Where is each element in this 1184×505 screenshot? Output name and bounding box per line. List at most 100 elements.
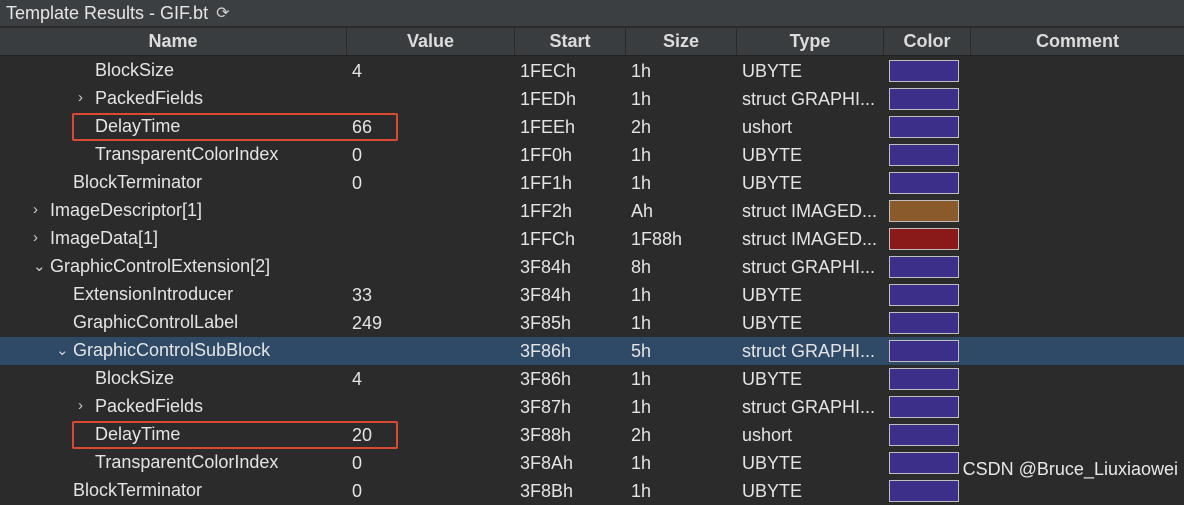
cell-size: 1h [631, 172, 652, 193]
color-swatch[interactable] [889, 368, 959, 390]
table-row[interactable]: GraphicControlLabel 249 3F85h 1h UBYTE [0, 309, 1184, 337]
color-swatch[interactable] [889, 200, 959, 222]
cell-type: UBYTE [742, 368, 803, 389]
cell-comment [971, 253, 1184, 281]
cell-type: UBYTE [742, 60, 803, 81]
cell-start: 1FEEh [520, 116, 576, 137]
color-swatch[interactable] [889, 452, 959, 474]
cell-name: › ImageDescriptor[1] [0, 197, 347, 225]
cell-size: 2h [631, 116, 652, 137]
table-row[interactable]: ExtensionIntroducer 33 3F84h 1h UBYTE [0, 281, 1184, 309]
cell-size: Ah [631, 200, 654, 221]
table-header: Name Value Start Size Type Color Comment [0, 28, 1184, 56]
column-header-value[interactable]: Value [347, 28, 515, 55]
color-swatch[interactable] [889, 144, 959, 166]
table-row[interactable]: ⌄ GraphicControlSubBlock 3F86h 5h struct GRA… [0, 337, 1184, 365]
chevron-right-icon[interactable]: › [33, 229, 38, 246]
table-row[interactable]: › ImageDescriptor[1] 1FF2h Ah struct IMAGED.… [0, 197, 1184, 225]
color-swatch[interactable] [889, 60, 959, 82]
cell-start: 3F84h [520, 256, 572, 277]
cell-name: TransparentColorIndex [0, 141, 347, 169]
color-swatch[interactable] [889, 88, 959, 110]
cell-color [884, 141, 971, 169]
table-row[interactable]: BlockSize 4 1FECh 1h UBYTE [0, 57, 1184, 85]
chevron-down-icon[interactable]: ⌄ [56, 341, 69, 359]
cell-comment [971, 57, 1184, 85]
column-header-size[interactable]: Size [626, 28, 737, 55]
cell-value [347, 393, 515, 421]
chevron-down-icon[interactable]: ⌄ [33, 257, 46, 275]
table-row[interactable]: BlockSize 4 3F86h 1h UBYTE [0, 365, 1184, 393]
color-swatch[interactable] [889, 396, 959, 418]
cell-value: 4 [352, 368, 363, 389]
table-row[interactable]: › ImageData[1] 1FFCh 1F88h struct IMAGED... [0, 225, 1184, 253]
color-swatch[interactable] [889, 228, 959, 250]
cell-start: 1FF0h [520, 144, 573, 165]
column-header-type[interactable]: Type [737, 28, 884, 55]
cell-comment [971, 85, 1184, 113]
color-swatch[interactable] [889, 312, 959, 334]
cell-color [884, 225, 971, 253]
cell-color [884, 449, 971, 477]
field-name: ImageDescriptor[1] [50, 200, 203, 220]
color-swatch[interactable] [889, 116, 959, 138]
column-header-name[interactable]: Name [0, 28, 347, 55]
cell-size: 1h [631, 60, 652, 81]
cell-name: GraphicControlLabel [0, 309, 347, 337]
cell-name: ExtensionIntroducer [0, 281, 347, 309]
cell-name: BlockTerminator [0, 477, 347, 505]
cell-color [884, 337, 971, 365]
color-swatch[interactable] [889, 256, 959, 278]
color-swatch[interactable] [889, 340, 959, 362]
cell-color [884, 113, 971, 141]
cell-start: 1FECh [520, 60, 577, 81]
field-name: BlockTerminator [73, 172, 203, 192]
field-name: TransparentColorIndex [95, 452, 279, 472]
color-swatch[interactable] [889, 172, 959, 194]
cell-start: 3F84h [520, 284, 572, 305]
table-row[interactable]: BlockTerminator 0 1FF1h 1h UBYTE [0, 169, 1184, 197]
table-row[interactable]: ⌄ GraphicControlExtension[2] 3F84h 8h struct… [0, 253, 1184, 281]
chevron-right-icon[interactable]: › [78, 397, 83, 414]
table-row[interactable]: DelayTime 66 1FEEh 2h ushort [0, 113, 1184, 141]
table-row[interactable]: DelayTime 20 3F88h 2h ushort [0, 421, 1184, 449]
column-header-start[interactable]: Start [515, 28, 626, 55]
field-name: ExtensionIntroducer [73, 284, 234, 304]
cell-type: struct IMAGED... [742, 200, 878, 221]
table-row[interactable]: › PackedFields 3F87h 1h struct GRAPHI... [0, 393, 1184, 421]
field-name: BlockTerminator [73, 480, 203, 500]
color-swatch[interactable] [889, 424, 959, 446]
chevron-right-icon[interactable]: › [33, 201, 38, 218]
cell-start: 3F8Ah [520, 452, 574, 473]
field-name: ImageData[1] [50, 228, 159, 248]
table-row[interactable]: TransparentColorIndex 0 1FF0h 1h UBYTE [0, 141, 1184, 169]
color-swatch[interactable] [889, 284, 959, 306]
cell-type: ushort [742, 116, 793, 137]
cell-color [884, 57, 971, 85]
table-row[interactable]: BlockTerminator 0 3F8Bh 1h UBYTE [0, 477, 1184, 505]
column-header-color[interactable]: Color [884, 28, 971, 55]
cell-start: 3F86h [520, 340, 572, 361]
cell-type: struct GRAPHI... [742, 340, 876, 361]
cell-name: BlockTerminator [0, 169, 347, 197]
column-header-comment[interactable]: Comment [971, 28, 1184, 55]
cell-value [347, 197, 515, 225]
field-name: GraphicControlExtension[2] [50, 256, 271, 276]
cell-start: 3F8Bh [520, 480, 574, 501]
cell-size: 2h [631, 424, 652, 445]
cell-start: 3F86h [520, 368, 572, 389]
cell-value: 33 [352, 284, 373, 305]
cell-value [347, 253, 515, 281]
cell-value [347, 225, 515, 253]
color-swatch[interactable] [889, 480, 959, 502]
watermark: CSDN @Bruce_Liuxiaowei [962, 459, 1178, 479]
highlight-box [72, 113, 398, 141]
cell-name: BlockSize [0, 57, 347, 85]
cell-name: › PackedFields [0, 393, 347, 421]
chevron-right-icon[interactable]: › [78, 89, 83, 106]
table-row[interactable]: › PackedFields 1FEDh 1h struct GRAPHI... [0, 85, 1184, 113]
field-name: PackedFields [95, 88, 204, 108]
cell-comment [971, 477, 1184, 505]
cell-value: 0 [352, 480, 363, 501]
refresh-icon[interactable]: ⟳ [216, 3, 229, 23]
